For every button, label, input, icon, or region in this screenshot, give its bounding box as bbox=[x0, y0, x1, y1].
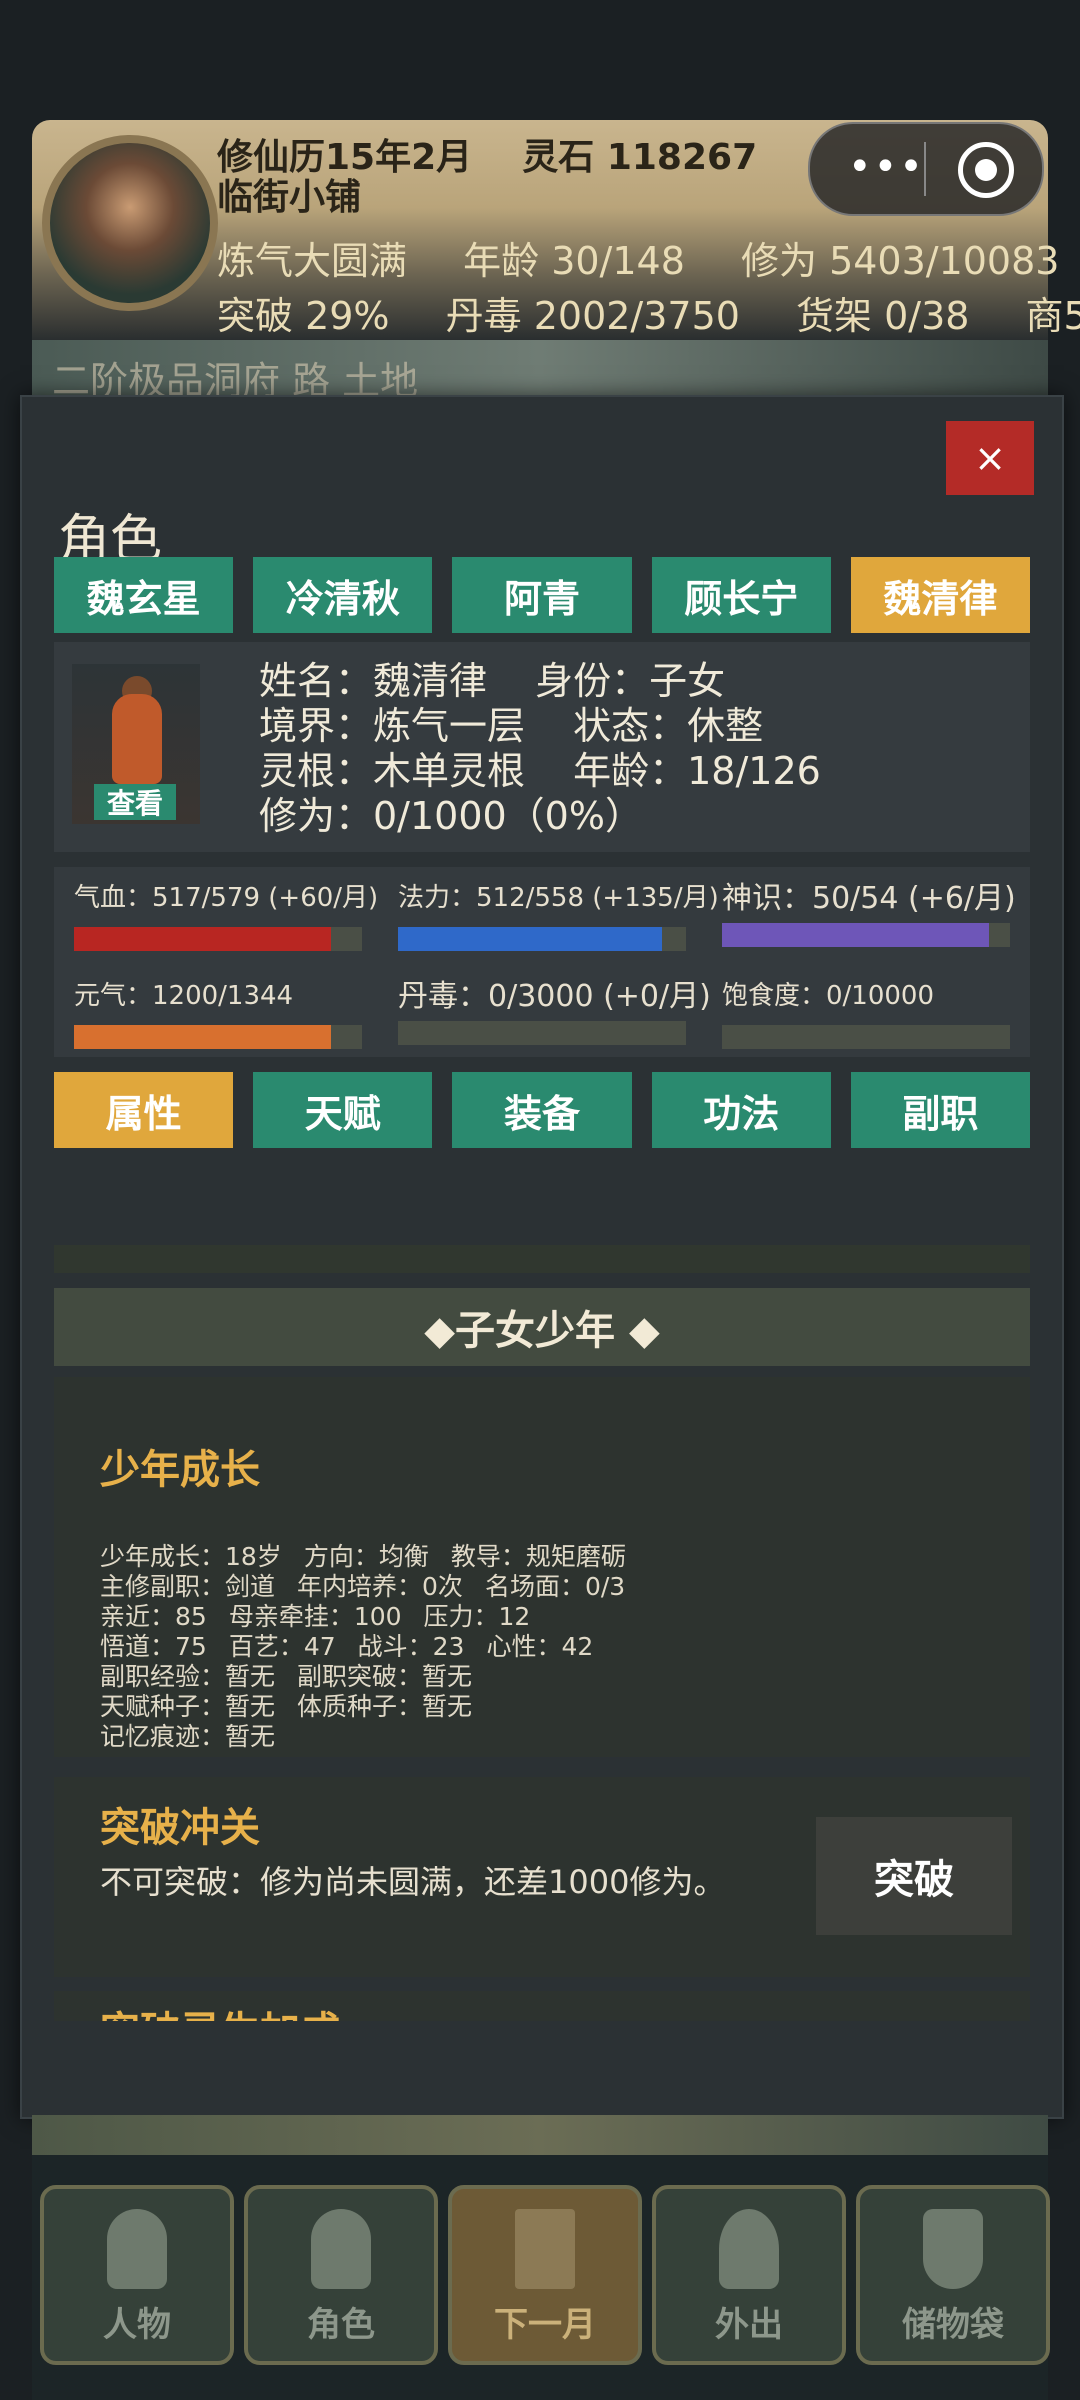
nav-character-button[interactable]: 人物 bbox=[40, 2185, 234, 2365]
avatar[interactable] bbox=[42, 135, 218, 311]
bonus-card: 突破灵生加成 bbox=[54, 1991, 1030, 2021]
character-tabs: 魏玄星 冷清秋 阿青 顾长宁 魏清律 bbox=[54, 557, 1031, 633]
realm: 炼气大圆满 bbox=[217, 239, 408, 283]
flag-icon bbox=[515, 2209, 575, 2289]
stat-bar bbox=[722, 1025, 1010, 1049]
stat-bar bbox=[722, 923, 1010, 947]
growth-card: 少年成长 少年成长：18岁 方向：均衡 教导：规矩磨砺 主修副职：剑道 年内培养：0次… bbox=[54, 1377, 1030, 1757]
growth-line: 记忆痕迹：暂无 bbox=[100, 1717, 297, 1753]
bonus-title: 突破灵生加成 bbox=[100, 1999, 340, 2021]
shop-name: 临街小铺 bbox=[217, 177, 362, 218]
stat-bar bbox=[74, 927, 362, 951]
nav-label: 角色 bbox=[307, 2305, 375, 2345]
stat-mana: 法力：512/558 (+135/月) bbox=[398, 877, 719, 951]
section-divider bbox=[54, 1245, 1030, 1273]
stat-bar-fill bbox=[74, 1025, 332, 1049]
bag-icon bbox=[923, 2209, 983, 2289]
tab-character-1[interactable]: 魏玄星 bbox=[54, 557, 234, 633]
resource-line: 突破 29% 丹毒 2002/3750 货架 0/38 商5 bbox=[217, 285, 1080, 340]
character-modal: × 角色 魏玄星 冷清秋 阿青 顾长宁 魏清律 查看 姓名：魏清律 身份：子女 … bbox=[20, 395, 1064, 2119]
tab-character-2[interactable]: 冷清秋 bbox=[253, 557, 433, 633]
stat-bar bbox=[398, 1021, 686, 1045]
close-button[interactable]: × bbox=[946, 421, 1034, 495]
stat-label: 丹毒：0/3000 (+0/月) bbox=[398, 979, 711, 1014]
merchant: 商5 bbox=[1025, 294, 1080, 338]
stat-bar bbox=[398, 927, 686, 951]
info-cultivation: 修为：0/1000（0%） bbox=[259, 794, 643, 838]
view-button[interactable]: 查看 bbox=[94, 784, 176, 820]
stat-bar bbox=[74, 1025, 362, 1049]
character-info-card: 查看 姓名：魏清律 身份：子女 境界：炼气一层 状态：休整 灵根：木单灵根 年龄… bbox=[54, 642, 1030, 852]
stat-label: 饱食度：0/10000 bbox=[722, 981, 935, 1011]
spirit-stones: 灵石 118267 bbox=[522, 137, 758, 178]
stat-bar-fill bbox=[74, 927, 332, 951]
nav-roles-button[interactable]: 角色 bbox=[244, 2185, 438, 2365]
stat-satiety: 饱食度：0/10000 bbox=[722, 975, 1010, 1049]
growth-item: 心性：42 bbox=[486, 1632, 594, 1661]
robe-icon bbox=[311, 2209, 371, 2289]
character-portrait: 查看 bbox=[72, 664, 200, 824]
breakthrough-title: 突破冲关 bbox=[100, 1805, 260, 1851]
nav-label: 外出 bbox=[715, 2305, 783, 2345]
tab-attributes[interactable]: 属性 bbox=[54, 1072, 234, 1148]
tab-character-5[interactable]: 魏清律 bbox=[850, 557, 1031, 633]
tab-character-3[interactable]: 阿青 bbox=[452, 557, 632, 633]
detail-tabs: 属性 天赋 装备 功法 副职 bbox=[54, 1072, 1031, 1148]
info-row-4: 修为：0/1000（0%） bbox=[259, 785, 679, 840]
cultivation: 修为 5403/10083 bbox=[740, 239, 1060, 283]
stat-label: 气血：517/579 (+60/月) bbox=[74, 883, 379, 913]
breakthrough-rate: 突破 29% bbox=[217, 294, 390, 338]
nav-label: 储物袋 bbox=[902, 2305, 1004, 2345]
pill-poison: 丹毒 2002/3750 bbox=[445, 294, 740, 338]
stats-panel: 气血：517/579 (+60/月) 法力：512/558 (+135/月) 神… bbox=[54, 867, 1030, 1057]
stat-hp: 气血：517/579 (+60/月) bbox=[74, 877, 379, 951]
growth-item: 体质种子：暂无 bbox=[297, 1692, 473, 1721]
nav-label: 下一月 bbox=[494, 2305, 596, 2345]
scenery-strip bbox=[32, 2115, 1048, 2155]
section-header: ◆子女少年 ◆ bbox=[54, 1288, 1030, 1366]
stat-label: 法力：512/558 (+135/月) bbox=[398, 883, 719, 913]
scenery-banner: 二阶极品洞府 路 土地 bbox=[32, 340, 1048, 403]
realm-line: 炼气大圆满 年龄 30/148 修为 5403/10083 bbox=[217, 230, 1080, 285]
mini-program-capsule: ••• bbox=[808, 122, 1044, 216]
nav-label: 人物 bbox=[103, 2305, 171, 2345]
tab-talents[interactable]: 天赋 bbox=[253, 1072, 433, 1148]
tab-character-4[interactable]: 顾长宁 bbox=[651, 557, 831, 633]
stat-bar-fill bbox=[398, 927, 663, 951]
breakthrough-text: 不可突破：修为尚未圆满，还差1000修为。 bbox=[100, 1863, 726, 1901]
stat-vitality: 元气：1200/1344 bbox=[74, 975, 362, 1049]
nav-storage-bag-button[interactable]: 储物袋 bbox=[856, 2185, 1050, 2365]
nav-outing-button[interactable]: 外出 bbox=[652, 2185, 846, 2365]
growth-title: 少年成长 bbox=[100, 1447, 260, 1493]
portrait-figure bbox=[112, 694, 162, 784]
bottom-nav: 人物 角色 下一月 外出 储物袋 bbox=[32, 2155, 1050, 2400]
stat-spirit-sense: 神识：50/54 (+6/月) bbox=[722, 873, 1016, 947]
stat-poison: 丹毒：0/3000 (+0/月) bbox=[398, 971, 711, 1045]
tab-side-job[interactable]: 副职 bbox=[850, 1072, 1031, 1148]
gourd-icon bbox=[719, 2209, 779, 2289]
age: 年龄 30/148 bbox=[463, 239, 685, 283]
stat-label: 元气：1200/1344 bbox=[74, 981, 294, 1011]
growth-item: 记忆痕迹：暂无 bbox=[100, 1722, 276, 1751]
close-program-icon[interactable] bbox=[958, 142, 1014, 198]
breakthrough-card: 突破冲关 不可突破：修为尚未圆满，还差1000修为。 突破 bbox=[54, 1777, 1030, 1977]
stat-label: 神识：50/54 (+6/月) bbox=[722, 881, 1016, 916]
tab-equipment[interactable]: 装备 bbox=[452, 1072, 632, 1148]
shelf: 货架 0/38 bbox=[796, 294, 970, 338]
nav-next-month-button[interactable]: 下一月 bbox=[448, 2185, 642, 2365]
capsule-divider bbox=[924, 142, 926, 196]
person-icon bbox=[107, 2209, 167, 2289]
stat-bar-fill bbox=[722, 923, 989, 947]
tab-techniques[interactable]: 功法 bbox=[651, 1072, 831, 1148]
more-icon[interactable]: ••• bbox=[848, 144, 925, 190]
breakthrough-button[interactable]: 突破 bbox=[816, 1817, 1012, 1935]
